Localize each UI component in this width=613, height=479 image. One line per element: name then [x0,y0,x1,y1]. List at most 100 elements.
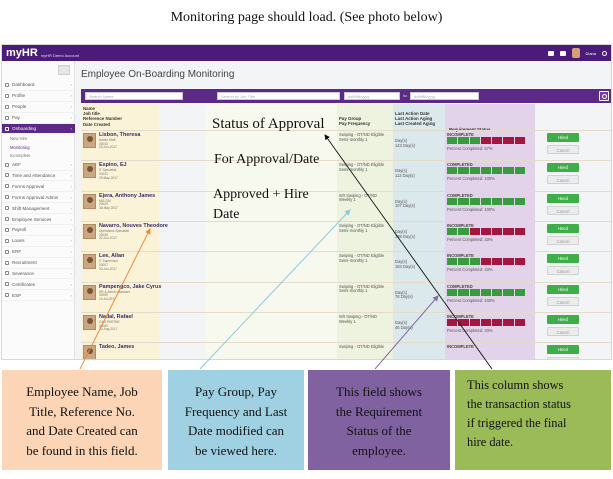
cancel-button[interactable]: Cancel [547,296,579,306]
sidebar-item-esp[interactable]: ESP › [2,290,75,302]
sidebar-item-recruitment[interactable]: Recruitment › [2,258,75,269]
top-bar-actions: Diana [547,48,611,58]
progress-segment [458,288,469,296]
employee-date: 30-Jun-2017 [99,266,117,271]
last-action-value: 112 Day(s) [395,173,415,179]
pay-info: W/I Swiping - OT/ND Weekly 1 [339,314,377,325]
sidebar-item-incomplete[interactable]: Incomplete [2,151,75,159]
callout-line: and Date Created can [26,423,138,438]
calendar-icon[interactable] [559,50,566,56]
employee-meta: CAM PARTNE 00060 10-Aug-2017 [99,320,120,332]
employee-date: 30-May-2017 [99,206,118,210]
chevron-right-icon: › [70,281,72,287]
brand-logo[interactable]: myHR [6,47,38,59]
logout-icon[interactable] [602,50,607,56]
cancel-button[interactable]: Cancel [547,205,579,215]
sidebar-item-shift-management[interactable]: Shift Management › [2,203,75,215]
employee-meta: Operations Specialist 00036 30-Jun-2017 [99,229,129,241]
sidebar-item-certificates[interactable]: Certificates › [2,279,75,291]
sidebar-item-time-and-attendance[interactable]: Time and Attendance › [2,171,75,182]
sidebar-item-forms-approval[interactable]: Forms Approval › [2,181,75,193]
cancel-button[interactable]: Cancel [547,145,579,154]
employee-name[interactable]: Navarro, Nouves Theodore [99,223,168,229]
hired-button[interactable]: Hired [547,163,579,173]
employee-date: 30-Jun-2017 [99,236,117,241]
sidebar-item-people[interactable]: People › [2,102,75,113]
sidebar-item-label: People [12,104,27,110]
hired-button[interactable]: Hired [547,193,579,203]
requirement-progress-bar [447,137,526,144]
search-button[interactable] [599,91,609,101]
sidebar-item-monitoring[interactable]: Monitoring [2,143,75,151]
callout-line: the transaction status [467,397,571,411]
last-action-header-line: Last Created Aging [395,121,436,127]
progress-segment [447,167,458,175]
sidebar-item-forms-approval-admin[interactable]: Forms Approval Admin › [2,192,75,204]
hired-button[interactable]: Hired [547,133,579,142]
callout-line: employee. [352,442,406,458]
table-row: Lee, Allan IT Supervisor 00007 30-Jun-2017 S… [81,251,611,281]
hired-button[interactable]: Hired [547,223,579,233]
hired-button[interactable]: Hired [547,314,579,324]
progress-segment [469,137,480,144]
sidebar: Dashboard › Profile › People › Pay › Onboarding ›… [2,61,75,359]
mail-icon[interactable] [547,50,554,56]
employee-name[interactable]: Ejera, Anthony James [99,193,155,199]
last-action-info: Day(s) 184 Day(s) [395,259,416,270]
last-action-value: 184 Day(s) [395,263,416,269]
callout-line: be found in this field. [26,442,138,458]
employee-name[interactable]: Tadeo, James [99,344,134,350]
sidebar-item-erf[interactable]: ERF › [2,247,75,258]
date-from-input[interactable]: dd/MM/yyyy [344,92,400,100]
sidebar-item-aef[interactable]: AEF › [2,160,75,171]
last-action-value: 78 Day(s) [395,294,413,300]
employee-name[interactable]: Pampengco, Jake Cyrus [99,284,161,290]
user-avatar[interactable] [571,48,580,58]
employee-date: 10-Aug-2017 [99,327,118,332]
cancel-button[interactable]: Cancel [547,175,579,185]
requirement-progress-bar [447,167,526,175]
sidebar-item-onboarding[interactable]: Onboarding › [2,123,75,135]
chevron-right-icon: › [70,270,72,276]
hired-button[interactable]: Hired [547,284,579,294]
search-job-input[interactable]: Search by Job Title [217,92,340,100]
pay-freq: Weekly 1 [339,197,356,203]
sidebar-item-payroll[interactable]: Payroll › [2,225,75,236]
sidebar-item-profile[interactable]: Profile › [2,91,75,102]
chevron-right-icon: › [70,126,72,131]
cancel-button[interactable]: Cancel [547,235,579,245]
sidebar-item-label: Monitoring [10,144,30,150]
table-row: Pampengco, Jake Cyrus HR & Admin Assistan… [81,282,611,312]
sidebar-item-label: ESP [12,292,22,298]
sidebar-item-label: Severance [12,270,34,276]
sidebar-item-severance[interactable]: Severance › [2,269,75,280]
employee-meta: IT Specialist 00031 29-May-2017 [99,169,118,180]
callout-line: be viewed here. [195,442,277,458]
search-name-input[interactable]: Search Name [85,92,183,100]
progress-segment [514,137,526,144]
progress-segment [503,167,514,175]
employee-services-icon [5,217,9,222]
cancel-button[interactable]: Cancel [547,266,579,276]
dashboard-icon [5,82,9,87]
cancel-button[interactable]: Cancel [547,357,579,359]
chevron-right-icon: › [70,292,72,298]
cancel-button[interactable]: Cancel [547,326,579,336]
progress-segment [492,137,503,144]
sidebar-item-dashboard[interactable]: Dashboard › [2,80,75,91]
hired-button[interactable]: Hired [547,254,579,264]
date-to-input[interactable]: dd/MM/yyyy [410,92,479,100]
hired-button[interactable]: Hired [547,345,579,355]
sidebar-item-new-hire[interactable]: New Hire [2,134,75,142]
sidebar-item-label: Certificates [12,281,35,287]
sidebar-item-pay[interactable]: Pay › [2,113,75,124]
sidebar-toggle-button[interactable] [58,65,70,75]
employee-name[interactable]: Nadal, Rafael [99,314,133,320]
progress-segment [503,197,514,205]
pay-freq: Semi-monthly 1 [339,167,368,173]
annotation-date: Date [213,207,240,222]
sidebar-item-employee-services[interactable]: Employee Services › [2,214,75,225]
aef-icon [5,162,9,167]
sidebar-item-loans[interactable]: Loans › [2,236,75,247]
user-name[interactable]: Diana [586,51,596,56]
